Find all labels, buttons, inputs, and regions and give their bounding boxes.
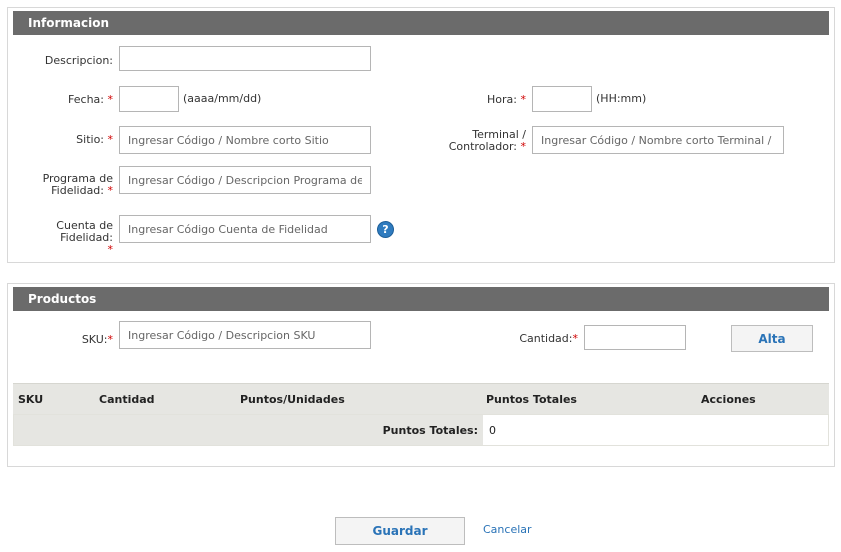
fecha-input[interactable] [119,86,179,112]
required-marker: * [107,184,114,197]
required-marker: * [107,93,114,106]
info-panel-title: Informacion [13,11,829,35]
alta-button[interactable]: Alta [731,325,813,352]
sku-input[interactable] [119,321,371,349]
totals-label: Puntos Totales: [382,424,478,437]
descripcion-input[interactable] [119,46,371,71]
info-panel: Informacion Descripcion: Fecha: * (aaaa/… [7,7,835,263]
products-panel-title: Productos [13,287,829,311]
required-marker: * [520,93,527,106]
cuenta-input[interactable] [119,215,371,243]
cuenta-label: Cuenta de Fidelidad: * [10,220,113,256]
column-header-puntos-totales: Puntos Totales [486,393,577,406]
column-header-acciones: Acciones [701,393,756,406]
required-marker: * [572,332,579,345]
hora-format-hint: (HH:mm) [596,92,647,105]
help-icon[interactable]: ? [377,221,394,238]
totals-row: Puntos Totales: 0 [13,414,829,446]
totals-value: 0 [489,424,496,437]
totals-label-cell: Puntos Totales: [14,415,483,445]
fecha-label: Fecha: * [68,93,114,106]
required-marker: * [520,140,527,153]
save-button[interactable]: Guardar [335,517,465,545]
descripcion-label: Descripcion: [44,54,113,67]
programa-label: Programa de Fidelidad: * [42,172,114,197]
fecha-format-hint: (aaaa/mm/dd) [183,92,262,105]
products-panel: Productos SKU:* Cantidad:* Alta SKU Cant… [7,283,835,467]
hora-label: Hora: * [487,93,527,106]
sku-label: SKU:* [81,333,114,346]
products-table-header: SKU Cantidad Puntos/Unidades Puntos Tota… [13,383,829,414]
terminal-input[interactable] [532,126,784,154]
required-marker: * [107,243,114,256]
sitio-label: Sitio: * [76,133,114,146]
required-marker: * [107,333,114,346]
terminal-label: Terminal / Controlador: * [448,128,527,153]
required-marker: * [107,133,114,146]
sitio-input[interactable] [119,126,371,154]
column-header-sku: SKU [18,393,44,406]
cantidad-label: Cantidad:* [519,332,579,345]
programa-input[interactable] [119,166,371,194]
column-header-puntos-unidades: Puntos/Unidades [240,393,345,406]
column-header-cantidad: Cantidad [99,393,155,406]
cancel-link[interactable]: Cancelar [483,523,532,536]
cantidad-input[interactable] [584,325,686,350]
hora-input[interactable] [532,86,592,112]
